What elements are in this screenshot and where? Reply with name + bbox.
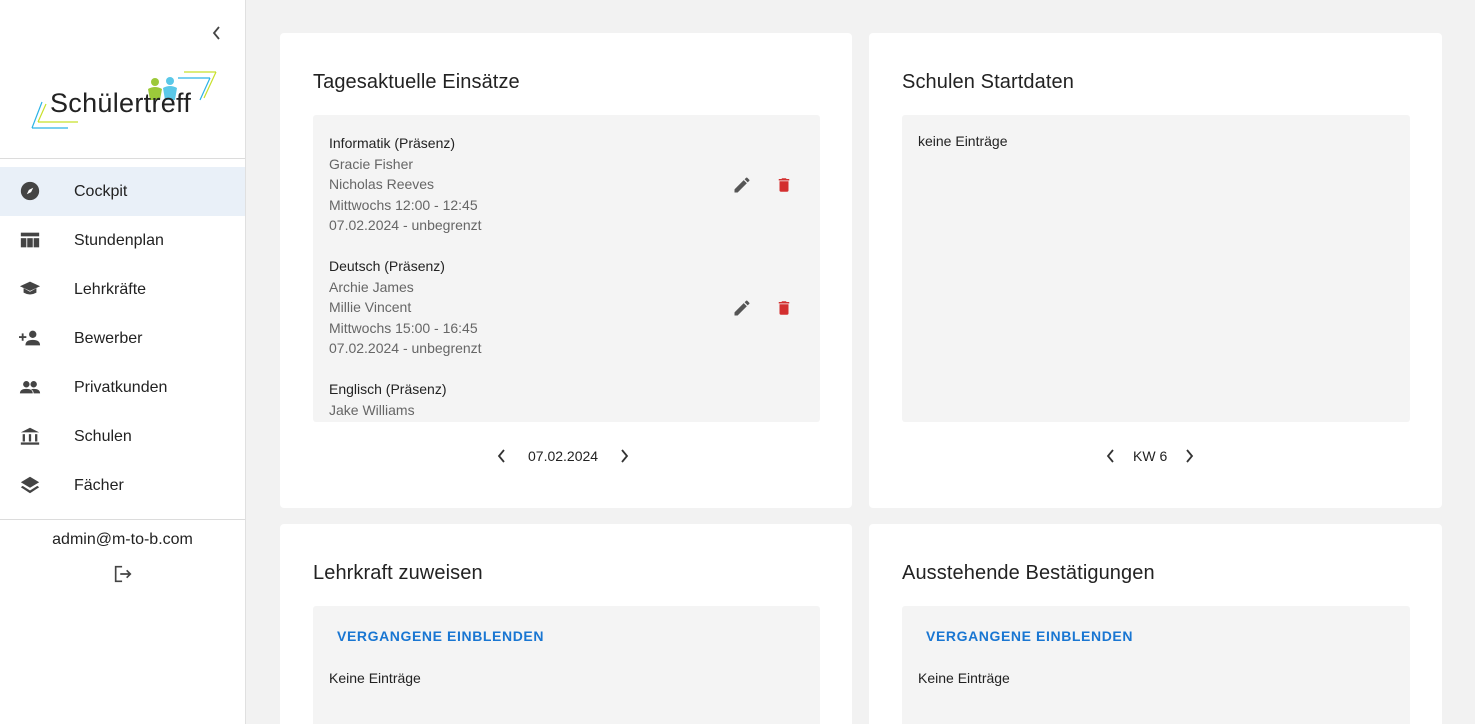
people-icon: [18, 375, 42, 399]
list-item: Informatik (Präsenz) Gracie Fisher Nicho…: [329, 133, 482, 236]
sidebar-item-label: Cockpit: [74, 182, 128, 200]
layers-icon: [18, 473, 42, 497]
entry-subject: Deutsch (Präsenz): [329, 258, 445, 274]
logo-text: Schülertreff: [50, 88, 192, 118]
next-week-button[interactable]: [1177, 444, 1201, 468]
sidebar-item-schulen[interactable]: Schulen: [0, 412, 245, 461]
empty-state-text: keine Einträge: [918, 133, 1008, 149]
card-pending-confirmations: Ausstehende Bestätigungen VERGANGENE EIN…: [869, 524, 1442, 724]
entry-time: Mittwochs 15:00 - 16:45: [329, 319, 478, 336]
delete-button[interactable]: [772, 296, 796, 320]
sidebar-item-label: Privatkunden: [74, 378, 168, 396]
collapse-sidebar-button[interactable]: [206, 22, 228, 44]
card-school-start-dates: Schulen Startdaten keine Einträge KW 6: [869, 33, 1442, 508]
divider: [0, 158, 245, 159]
table-icon: [18, 228, 42, 252]
chevron-right-icon: [621, 449, 629, 463]
entry-teacher: Archie James: [329, 278, 414, 295]
school-start-list: keine Einträge: [902, 115, 1410, 422]
entry-period: 07.02.2024 - unbegrenzt: [329, 340, 482, 356]
entry-actions: [730, 296, 796, 320]
delete-button[interactable]: [772, 173, 796, 197]
person-add-icon: [18, 326, 42, 350]
sidebar-item-label: Lehrkräfte: [74, 280, 147, 298]
previous-day-button[interactable]: [490, 444, 514, 468]
card-daily-assignments: Tagesaktuelle Einsätze Informatik (Präse…: [280, 33, 852, 508]
sidebar-item-stundenplan[interactable]: Stundenplan: [0, 216, 245, 265]
sidebar-item-lehrkraefte[interactable]: Lehrkräfte: [0, 265, 245, 314]
chevron-left-icon: [497, 449, 505, 463]
compass-icon: [18, 179, 42, 203]
card-title: Schulen Startdaten: [902, 71, 1074, 93]
assign-teacher-list: VERGANGENE EINBLENDEN Keine Einträge: [313, 606, 820, 724]
trash-icon: [778, 178, 790, 192]
entry-student: Millie Vincent: [329, 299, 412, 315]
sidebar-item-privatkunden[interactable]: Privatkunden: [0, 363, 245, 412]
current-week: KW 6: [1133, 448, 1168, 464]
sidebar: Schülertreff Cockpit Stundenplan Lehrkrä…: [0, 0, 246, 724]
sidebar-item-faecher[interactable]: Fächer: [0, 461, 245, 510]
show-past-button[interactable]: VERGANGENE EINBLENDEN: [926, 628, 1133, 644]
empty-state-text: Keine Einträge: [329, 670, 421, 686]
bank-icon: [18, 424, 42, 448]
empty-state-text: Keine Einträge: [918, 670, 1010, 686]
current-date: 07.02.2024: [528, 448, 599, 464]
assignments-list[interactable]: Informatik (Präsenz) Gracie Fisher Nicho…: [313, 115, 820, 422]
pencil-icon: [732, 419, 752, 422]
week-pager: KW 6: [1099, 444, 1201, 468]
logout-icon: [114, 565, 132, 583]
entry-teacher: Jake Williams: [329, 401, 415, 418]
sidebar-item-label: Fächer: [74, 476, 124, 494]
entry-period: 07.02.2024 - unbegrenzt: [329, 217, 482, 233]
list-item: Englisch (Präsenz) Jake Williams: [329, 379, 447, 420]
logo: Schülertreff: [28, 66, 220, 132]
show-past-button[interactable]: VERGANGENE EINBLENDEN: [337, 628, 544, 644]
user-email: admin@m-to-b.com: [52, 531, 193, 548]
card-title: Tagesaktuelle Einsätze: [313, 71, 520, 93]
pencil-icon: [734, 300, 750, 316]
sidebar-item-label: Bewerber: [74, 329, 143, 347]
trash-icon: [775, 419, 793, 422]
list-item: Deutsch (Präsenz) Archie James Millie Vi…: [329, 256, 482, 359]
card-title: Lehrkraft zuweisen: [313, 562, 483, 584]
entry-actions: [730, 417, 796, 422]
chevron-right-icon: [1186, 449, 1194, 463]
entry-subject: Englisch (Präsenz): [329, 381, 447, 397]
entry-subject: Informatik (Präsenz): [329, 135, 456, 151]
sidebar-nav: Cockpit Stundenplan Lehrkräfte Bewerber …: [0, 167, 245, 510]
trash-icon: [778, 301, 790, 315]
entry-actions: [730, 173, 796, 197]
card-title: Ausstehende Bestätigungen: [902, 562, 1155, 584]
chevron-left-icon: [1106, 449, 1114, 463]
sidebar-item-cockpit[interactable]: Cockpit: [0, 167, 245, 216]
delete-button[interactable]: [772, 417, 796, 422]
sidebar-item-label: Schulen: [74, 427, 132, 445]
card-assign-teacher: Lehrkraft zuweisen VERGANGENE EINBLENDEN…: [280, 524, 852, 724]
logout-button[interactable]: [111, 562, 135, 586]
divider: [0, 519, 245, 520]
entry-time: Mittwochs 12:00 - 12:45: [329, 196, 478, 213]
edit-button[interactable]: [730, 296, 754, 320]
previous-week-button[interactable]: [1099, 444, 1123, 468]
sidebar-item-label: Stundenplan: [74, 231, 164, 249]
entry-teacher: Gracie Fisher: [329, 155, 414, 172]
graduation-cap-icon: [18, 277, 42, 301]
next-day-button[interactable]: [612, 444, 636, 468]
edit-button[interactable]: [730, 417, 754, 422]
sidebar-item-bewerber[interactable]: Bewerber: [0, 314, 245, 363]
pencil-icon: [734, 177, 750, 193]
date-pager: 07.02.2024: [490, 444, 636, 468]
pending-confirmations-list: VERGANGENE EINBLENDEN Keine Einträge: [902, 606, 1410, 724]
entry-student: Nicholas Reeves: [329, 176, 435, 192]
edit-button[interactable]: [730, 173, 754, 197]
chevron-left-icon: [212, 26, 220, 40]
